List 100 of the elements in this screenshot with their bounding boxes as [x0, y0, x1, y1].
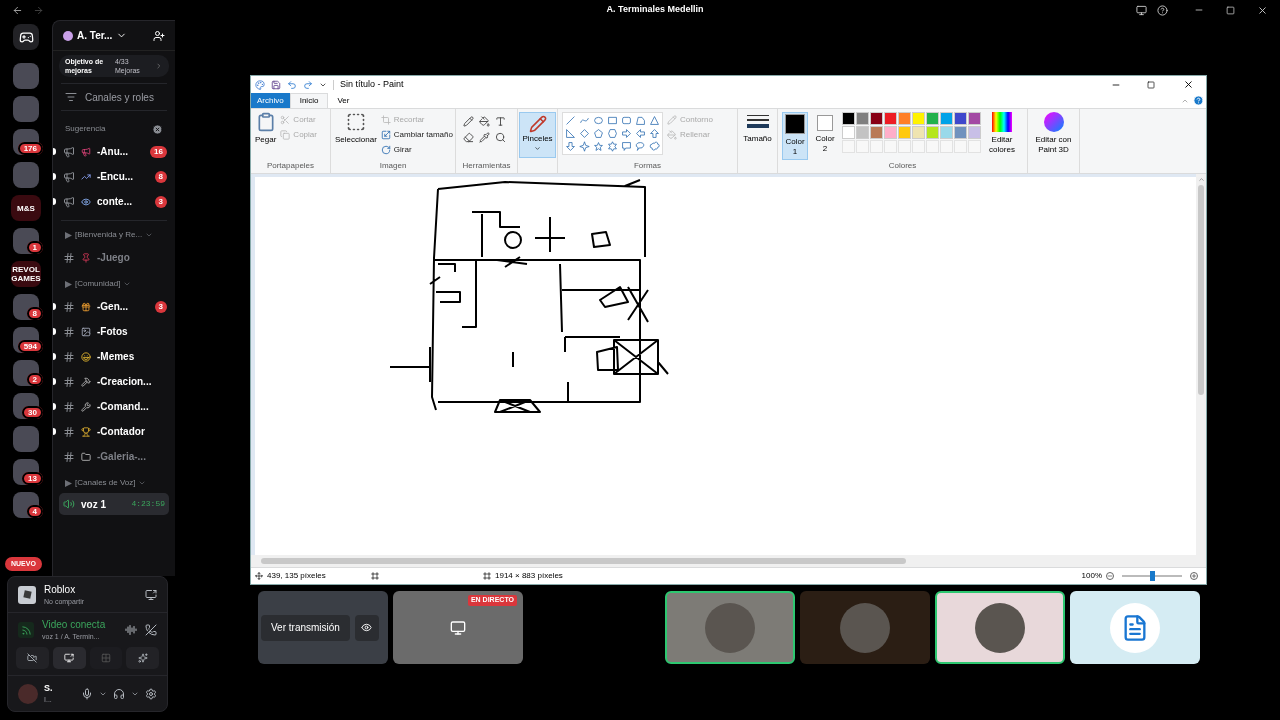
color-swatch[interactable] — [884, 112, 897, 125]
tool-icon[interactable] — [479, 132, 490, 143]
tool-icon[interactable] — [495, 132, 506, 143]
color-swatch[interactable] — [926, 112, 939, 125]
undo-icon[interactable] — [287, 79, 297, 90]
color-swatch[interactable] — [940, 126, 953, 139]
shape-button[interactable] — [621, 115, 632, 126]
color-selector-button[interactable]: Color 1 — [782, 112, 808, 160]
channel-link[interactable]: -Comand... — [97, 399, 167, 414]
dismiss-icon[interactable] — [152, 123, 163, 135]
ribbon-tab[interactable]: Inicio — [289, 93, 329, 108]
color-swatch[interactable] — [968, 112, 981, 125]
channel-link[interactable]: -Galeria-... — [97, 449, 167, 464]
shape-button[interactable] — [565, 115, 576, 126]
microphone-icon[interactable] — [81, 687, 93, 700]
shape-button[interactable] — [635, 141, 646, 152]
color-swatch[interactable] — [856, 112, 869, 125]
shape-button[interactable] — [579, 141, 590, 152]
color-swatch[interactable] — [870, 126, 883, 139]
shape-button[interactable] — [649, 128, 660, 139]
channel-link[interactable]: -Gen... — [97, 299, 149, 314]
server-button[interactable]: REVOL GAMES — [11, 261, 41, 287]
color-selector-button[interactable]: Color 2 — [812, 112, 838, 156]
color-swatch[interactable] — [940, 112, 953, 125]
shape-button[interactable] — [607, 141, 618, 152]
color-swatch[interactable] — [856, 126, 869, 139]
ribbon-tab[interactable]: Ver — [328, 93, 359, 108]
add-stream-button[interactable] — [354, 614, 379, 641]
camera-button[interactable] — [16, 647, 49, 669]
color-swatch[interactable] — [954, 126, 967, 139]
collapse-arrow-icon[interactable] — [65, 280, 72, 288]
paint-3d-button[interactable]: Editar con Paint 3D — [1028, 112, 1079, 155]
close-icon[interactable] — [1257, 4, 1268, 16]
invite-icon[interactable] — [153, 29, 165, 42]
back-icon[interactable] — [12, 4, 23, 16]
shape-button[interactable] — [593, 128, 604, 139]
shape-button[interactable] — [593, 141, 604, 152]
brushes-button[interactable]: Pinceles — [519, 112, 556, 158]
color-swatch[interactable] — [842, 126, 855, 139]
tool-icon[interactable] — [495, 116, 506, 127]
tool-icon[interactable] — [479, 116, 490, 127]
channel-link[interactable]: -Encu... — [97, 169, 149, 184]
channel-link[interactable]: -Juego — [97, 250, 167, 265]
collapse-arrow-icon[interactable] — [65, 231, 72, 239]
restore-icon[interactable] — [1147, 80, 1155, 89]
shape-button[interactable] — [565, 128, 576, 139]
select-button[interactable]: Seleccionar — [335, 112, 377, 146]
resize-button[interactable]: Cambiar tamaño — [380, 127, 453, 142]
rotate-button[interactable]: Girar — [380, 142, 453, 157]
category-header[interactable]: [Canales de Voz] — [75, 477, 136, 489]
forward-icon[interactable] — [33, 4, 44, 16]
channels-and-roles-item[interactable]: Canales y roles — [53, 84, 175, 110]
soundboard-button[interactable] — [126, 647, 159, 669]
shape-button[interactable] — [649, 115, 660, 126]
channel-link[interactable]: conte... — [97, 194, 149, 209]
home-button[interactable] — [13, 24, 39, 50]
voice-channel-item[interactable]: voz 1 4:23:59 — [59, 493, 169, 515]
shape-button[interactable] — [635, 115, 646, 126]
collapse-arrow-icon[interactable] — [65, 479, 72, 487]
channel-link[interactable]: -Anu... — [97, 144, 145, 159]
color-swatch[interactable] — [884, 126, 897, 139]
shape-button[interactable] — [579, 128, 590, 139]
category-header[interactable]: [Bienvenida y Re... — [75, 229, 143, 241]
color-swatch[interactable] — [898, 126, 911, 139]
help-icon[interactable] — [1157, 4, 1168, 16]
shape-button[interactable] — [649, 141, 660, 152]
zoom-in-icon[interactable] — [1190, 572, 1198, 580]
watch-stream-button[interactable]: Ver transmisión — [261, 614, 350, 641]
zoom-out-icon[interactable] — [1106, 572, 1114, 580]
shape-button[interactable] — [607, 128, 618, 139]
settings-icon[interactable] — [145, 687, 157, 700]
color-swatch[interactable] — [926, 126, 939, 139]
shape-button[interactable] — [593, 115, 604, 126]
channel-link[interactable]: -Fotos — [97, 324, 167, 339]
size-button[interactable]: Tamaño — [743, 114, 772, 145]
shape-button[interactable] — [607, 115, 618, 126]
color-swatch[interactable] — [842, 112, 855, 125]
color-swatch[interactable] — [912, 112, 925, 125]
maximize-icon[interactable] — [1226, 5, 1235, 15]
category-header[interactable]: Sugerencia — [65, 123, 106, 135]
ribbon-tab[interactable]: Archivo — [251, 93, 290, 108]
color-swatch[interactable] — [954, 112, 967, 125]
tool-icon[interactable] — [463, 132, 474, 143]
server-button[interactable]: M&S — [11, 195, 41, 221]
edit-colors-button[interactable]: Editar colores — [985, 112, 1019, 155]
color-swatch[interactable] — [898, 112, 911, 125]
paste-button[interactable]: Pegar — [255, 112, 277, 146]
shape-button[interactable] — [621, 128, 632, 139]
color-swatch[interactable] — [968, 126, 981, 139]
channel-link[interactable]: -Contador — [97, 424, 167, 439]
channel-link[interactable]: -Memes — [97, 349, 167, 364]
scroll-up-icon[interactable] — [1197, 176, 1205, 183]
tool-icon[interactable] — [463, 116, 474, 127]
shape-button[interactable] — [579, 115, 590, 126]
redo-icon[interactable] — [303, 79, 313, 90]
save-icon[interactable] — [271, 79, 281, 90]
color-swatch[interactable] — [870, 112, 883, 125]
shape-button[interactable] — [635, 128, 646, 139]
channel-link[interactable]: -Creacion... — [97, 374, 167, 389]
close-icon[interactable] — [1183, 79, 1194, 90]
